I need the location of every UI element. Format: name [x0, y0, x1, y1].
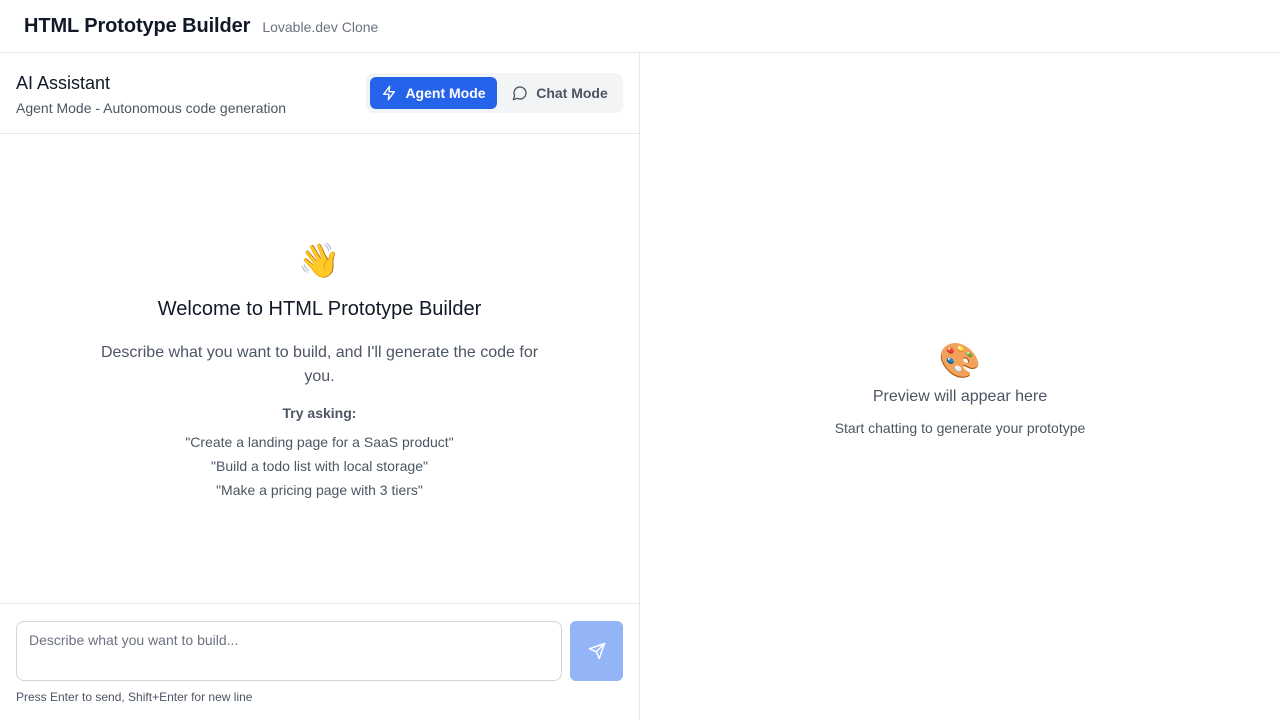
example-prompts: "Create a landing page for a SaaS produc…: [0, 430, 639, 502]
welcome-message: 👋 Welcome to HTML Prototype Builder Desc…: [0, 134, 639, 602]
try-asking-label: Try asking:: [282, 405, 357, 421]
agent-mode-label: Agent Mode: [405, 85, 486, 101]
welcome-description: Describe what you want to build, and I'l…: [100, 344, 539, 385]
example-prompt: "Create a landing page for a SaaS produc…: [185, 434, 454, 450]
assistant-mode-description: Agent Mode - Autonomous code generation: [16, 100, 287, 116]
top-bar: HTML Prototype Builder Lovable.dev Clone: [0, 0, 1280, 53]
example-prompt: "Build a todo list with local storage": [211, 458, 428, 474]
chat-bubble-icon: [512, 86, 527, 101]
input-hint: Press Enter to send, Shift+Enter for new…: [16, 690, 253, 704]
mode-toggle: Agent Mode Chat Mode: [366, 73, 623, 113]
assistant-title: AI Assistant: [16, 73, 111, 93]
preview-panel: 🎨 Preview will appear here Start chattin…: [640, 53, 1280, 720]
send-icon: [588, 642, 605, 660]
welcome-title: Welcome to HTML Prototype Builder: [157, 298, 482, 320]
agent-mode-button[interactable]: Agent Mode: [370, 77, 497, 109]
chat-mode-button[interactable]: Chat Mode: [501, 77, 619, 109]
palette-icon: 🎨: [938, 342, 982, 380]
chat-mode-label: Chat Mode: [536, 85, 608, 101]
lightning-icon: [383, 85, 396, 101]
app-subtitle: Lovable.dev Clone: [262, 19, 379, 35]
send-button[interactable]: [570, 621, 623, 681]
preview-placeholder-title: Preview will appear here: [872, 388, 1048, 405]
app-title: HTML Prototype Builder: [24, 14, 251, 37]
waving-hand-icon: 👋: [298, 242, 341, 280]
example-prompt: "Make a pricing page with 3 tiers": [216, 482, 423, 498]
chat-panel: AI Assistant Agent Mode - Autonomous cod…: [0, 53, 640, 720]
message-composer: Press Enter to send, Shift+Enter for new…: [0, 603, 639, 720]
prompt-input[interactable]: [16, 621, 562, 681]
assistant-header: AI Assistant Agent Mode - Autonomous cod…: [0, 53, 639, 134]
preview-placeholder-subtitle: Start chatting to generate your prototyp…: [834, 420, 1086, 436]
